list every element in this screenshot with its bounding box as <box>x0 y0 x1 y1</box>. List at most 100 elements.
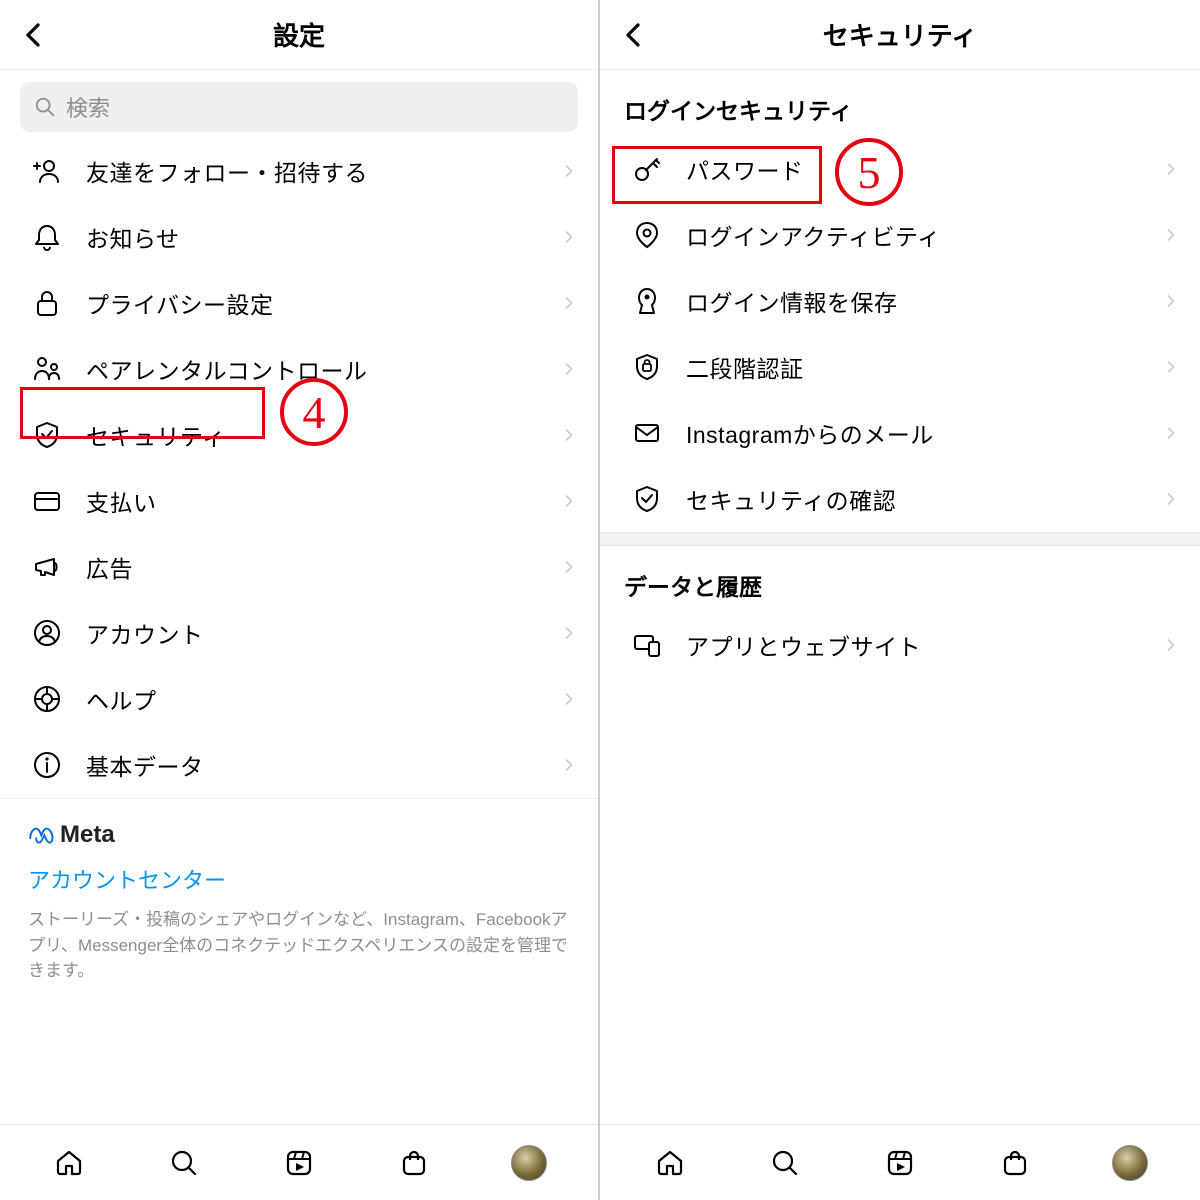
chevron-right-icon <box>562 423 576 447</box>
menu-item-label: 友達をフォロー・招待する <box>86 154 562 188</box>
header: セキュリティ <box>600 0 1200 70</box>
nav-profile[interactable] <box>509 1143 549 1183</box>
shield-2fa-icon <box>630 350 664 384</box>
mail-icon <box>630 416 664 450</box>
security-screen: セキュリティ ログインセキュリティ パスワードログインアクティビティログイン情報… <box>600 0 1200 1200</box>
menu-item-megaphone[interactable]: 広告 <box>0 534 598 600</box>
menu-item-account[interactable]: アカウント <box>0 600 598 666</box>
menu-item-label: ヘルプ <box>86 682 562 716</box>
menu-item-add-person[interactable]: 友達をフォロー・招待する <box>0 138 598 204</box>
nav-search[interactable] <box>164 1143 204 1183</box>
chevron-right-icon <box>1164 633 1178 657</box>
menu-item-label: アプリとウェブサイト <box>686 628 1164 662</box>
menu-item-label: 基本データ <box>86 748 562 782</box>
menu-item-mail[interactable]: Instagramからのメール <box>600 400 1200 466</box>
menu-item-card[interactable]: 支払い <box>0 468 598 534</box>
chevron-right-icon <box>562 291 576 315</box>
help-icon <box>30 682 64 716</box>
nav-search[interactable] <box>765 1143 805 1183</box>
menu-item-label: 広告 <box>86 550 562 584</box>
menu-item-shield-check[interactable]: セキュリティ <box>0 402 598 468</box>
chevron-right-icon <box>562 687 576 711</box>
lock-icon <box>30 286 64 320</box>
menu-item-label: セキュリティの確認 <box>686 482 1164 516</box>
menu-item-pin[interactable]: ログインアクティビティ <box>600 202 1200 268</box>
megaphone-icon <box>30 550 64 584</box>
nav-profile[interactable] <box>1110 1143 1150 1183</box>
menu-item-label: パスワード <box>686 152 1164 186</box>
avatar-icon <box>1112 1145 1148 1181</box>
chevron-right-icon <box>1164 355 1178 379</box>
nav-shop[interactable] <box>394 1143 434 1183</box>
meta-logo: Meta <box>28 821 570 849</box>
header: 設定 <box>0 0 598 70</box>
accounts-center-link[interactable]: アカウントセンター <box>28 863 570 895</box>
menu-item-bell[interactable]: お知らせ <box>0 204 598 270</box>
settings-screen: 設定 検索 友達をフォロー・招待するお知らせプライバシー設定ペアレンタルコントロ… <box>0 0 600 1200</box>
chevron-right-icon <box>562 225 576 249</box>
nav-reels[interactable] <box>880 1143 920 1183</box>
back-button[interactable] <box>618 20 648 50</box>
chevron-right-icon <box>1164 223 1178 247</box>
nav-shop[interactable] <box>995 1143 1035 1183</box>
nav-reels[interactable] <box>279 1143 319 1183</box>
account-icon <box>30 616 64 650</box>
chevron-right-icon <box>562 555 576 579</box>
menu-item-keyhole[interactable]: ログイン情報を保存 <box>600 268 1200 334</box>
shield-check-icon <box>30 418 64 452</box>
section-login-security: ログインセキュリティ <box>600 70 1200 136</box>
menu-item-devices[interactable]: アプリとウェブサイト <box>600 612 1200 678</box>
add-person-icon <box>30 154 64 188</box>
chevron-right-icon <box>1164 487 1178 511</box>
chevron-right-icon <box>1164 289 1178 313</box>
chevron-right-icon <box>1164 157 1178 181</box>
menu-item-label: 支払い <box>86 484 562 518</box>
search-input[interactable]: 検索 <box>20 82 578 132</box>
bottom-nav <box>600 1124 1200 1200</box>
pin-icon <box>630 218 664 252</box>
meta-description: ストーリーズ・投稿のシェアやログインなど、Instagram、Facebookア… <box>28 907 570 984</box>
card-icon <box>30 484 64 518</box>
parental-icon <box>30 352 64 386</box>
devices-icon <box>630 628 664 662</box>
page-title: セキュリティ <box>823 16 977 53</box>
menu-item-help[interactable]: ヘルプ <box>0 666 598 732</box>
menu-item-label: お知らせ <box>86 220 562 254</box>
back-button[interactable] <box>18 20 48 50</box>
chevron-right-icon <box>562 489 576 513</box>
menu-item-label: Instagramからのメール <box>686 416 1164 450</box>
menu-item-label: ログイン情報を保存 <box>686 284 1164 318</box>
avatar-icon <box>511 1145 547 1181</box>
menu-item-parental[interactable]: ペアレンタルコントロール <box>0 336 598 402</box>
keyhole-icon <box>630 284 664 318</box>
chevron-right-icon <box>562 159 576 183</box>
search-icon <box>34 96 56 118</box>
menu-item-label: セキュリティ <box>86 418 562 452</box>
search-placeholder: 検索 <box>66 91 110 123</box>
meta-section: Meta アカウントセンター ストーリーズ・投稿のシェアやログインなど、Inst… <box>0 798 598 994</box>
chevron-right-icon <box>562 357 576 381</box>
info-icon <box>30 748 64 782</box>
nav-home[interactable] <box>49 1143 89 1183</box>
key-icon <box>630 152 664 186</box>
chevron-right-icon <box>562 753 576 777</box>
menu-item-label: プライバシー設定 <box>86 286 562 320</box>
shield-check-icon <box>630 482 664 516</box>
bottom-nav <box>0 1124 598 1200</box>
menu-item-shield-check[interactable]: セキュリティの確認 <box>600 466 1200 532</box>
page-title: 設定 <box>273 16 325 53</box>
nav-home[interactable] <box>650 1143 690 1183</box>
menu-item-label: ペアレンタルコントロール <box>86 352 562 386</box>
menu-item-key[interactable]: パスワード <box>600 136 1200 202</box>
section-divider <box>600 532 1200 546</box>
menu-item-shield-2fa[interactable]: 二段階認証 <box>600 334 1200 400</box>
settings-content: 検索 友達をフォロー・招待するお知らせプライバシー設定ペアレンタルコントロールセ… <box>0 70 598 1124</box>
menu-item-label: アカウント <box>86 616 562 650</box>
menu-item-info[interactable]: 基本データ <box>0 732 598 798</box>
menu-item-label: ログインアクティビティ <box>686 218 1164 252</box>
chevron-right-icon <box>562 621 576 645</box>
security-content: ログインセキュリティ パスワードログインアクティビティログイン情報を保存二段階認… <box>600 70 1200 1124</box>
section-data-history: データと履歴 <box>600 546 1200 612</box>
chevron-right-icon <box>1164 421 1178 445</box>
menu-item-lock[interactable]: プライバシー設定 <box>0 270 598 336</box>
